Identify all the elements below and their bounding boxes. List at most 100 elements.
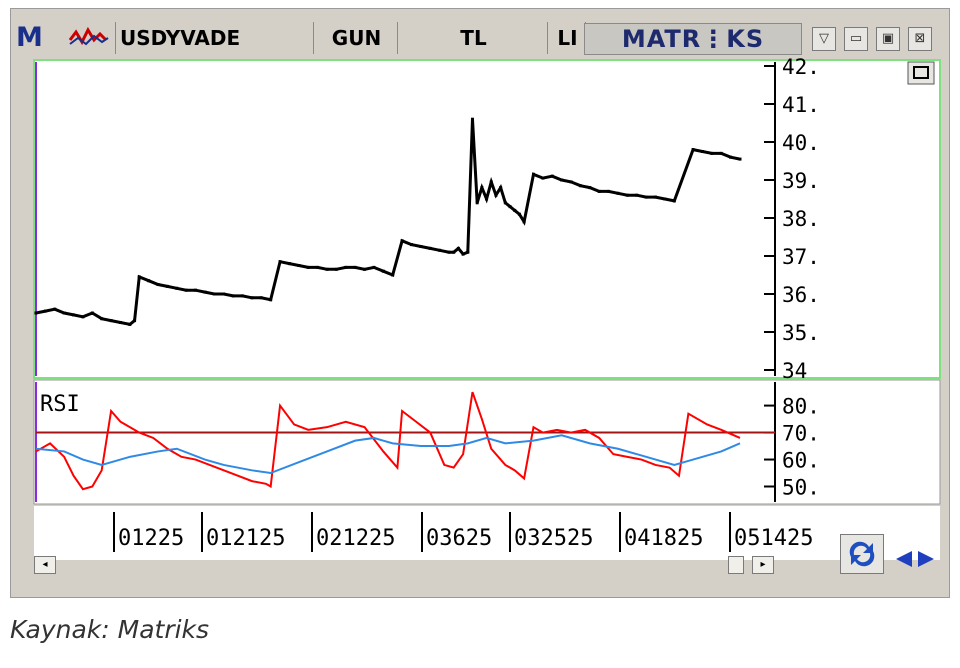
price-y-tick-label: 35. [782,321,820,345]
price-point [372,265,376,269]
price-point [494,193,498,197]
price-point [128,322,132,326]
price-point [475,201,479,205]
price-point [419,245,423,248]
price-point [344,265,348,269]
rsi-y-tick-label: 60. [782,449,820,473]
price-point [438,248,442,252]
price-point [578,184,582,188]
panel-maximize-icon[interactable] [907,61,935,85]
rsi-title: RSI [40,392,80,417]
price-point [409,243,413,247]
price-point [470,117,474,121]
price-point [461,252,465,256]
scroll-thumb[interactable] [728,556,744,574]
price-point [250,296,254,300]
price-point [287,262,291,266]
price-point [81,315,85,319]
price-point [391,273,395,277]
price-point [212,292,216,296]
price-point [560,178,564,182]
price-point [109,319,113,323]
price-point [34,311,38,315]
price-y-tick-label: 36. [782,283,820,307]
x-tick-label: 051425 [734,526,813,551]
price-point [541,176,545,180]
price-point [43,309,47,313]
price-point [316,265,320,269]
x-tick-label: 032525 [514,526,593,551]
price-point [269,298,273,302]
x-tick-label: 012125 [206,526,285,551]
price-point [456,246,460,250]
price-point [480,186,484,190]
price-point [231,294,235,298]
price-point [691,148,695,152]
price-point [363,267,367,271]
price-point [62,311,66,315]
price-point [90,311,94,315]
price-point [672,199,676,203]
price-point [184,288,188,292]
rsi-y-tick-label: 80. [782,395,820,419]
price-point [147,279,151,283]
price-point [522,220,526,224]
price-y-tick-label: 34 [782,359,807,383]
x-tick-label: 01225 [118,526,184,551]
price-y-tick-label: 41. [782,93,820,117]
scroll-right-button[interactable]: ▸ [752,556,774,574]
price-y-tick-label: 37. [782,245,820,269]
price-point [137,275,141,279]
price-point [729,155,733,159]
price-point [381,269,385,273]
price-point [297,264,301,267]
price-point [499,186,503,190]
price-point [194,288,198,292]
price-point [175,286,179,290]
price-point [447,250,451,254]
price-point [719,151,723,155]
price-point [517,212,521,216]
x-tick-label: 041825 [624,526,703,551]
price-point [616,191,620,195]
price-point [503,201,507,205]
price-point [72,313,76,317]
rsi-y-tick-label: 70. [782,422,820,446]
price-point [489,180,493,184]
price-point [607,189,611,193]
price-point [156,283,160,286]
price-point [222,292,226,296]
price-point [428,246,432,250]
price-point [663,197,667,201]
price-y-tick-label: 38. [782,207,820,231]
price-point [710,151,714,155]
price-point [738,157,742,161]
price-point [466,250,470,254]
price-y-tick-label: 42. [782,55,820,79]
rsi-y-tick-label: 50. [782,476,820,500]
scroll-left-button[interactable]: ◂ [34,556,56,574]
price-point [569,180,573,184]
price-point [644,195,648,199]
price-point [485,197,489,201]
price-point [165,284,169,288]
price-point [133,319,137,323]
price-y-tick-label: 40. [782,131,820,155]
price-y-tick-label: 39. [782,169,820,193]
nav-right-icon[interactable] [916,548,938,570]
source-caption: Kaynak: Matriks [10,615,210,644]
price-point [278,260,282,264]
price-point [53,307,57,311]
price-point [531,172,535,176]
price-point [259,296,263,300]
chart-canvas: 42. 41. 40. 39. 38. 37. 36. 35. 34 RSI 80. 70. 60.… [33,55,941,560]
price-point [597,189,601,193]
price-point [588,186,592,190]
price-point [625,193,629,197]
price-point [400,239,404,243]
nav-left-icon[interactable] [892,548,914,570]
x-tick-label: 03625 [426,526,492,551]
price-point [353,265,357,269]
refresh-icon[interactable] [840,534,884,574]
price-point [306,265,310,269]
